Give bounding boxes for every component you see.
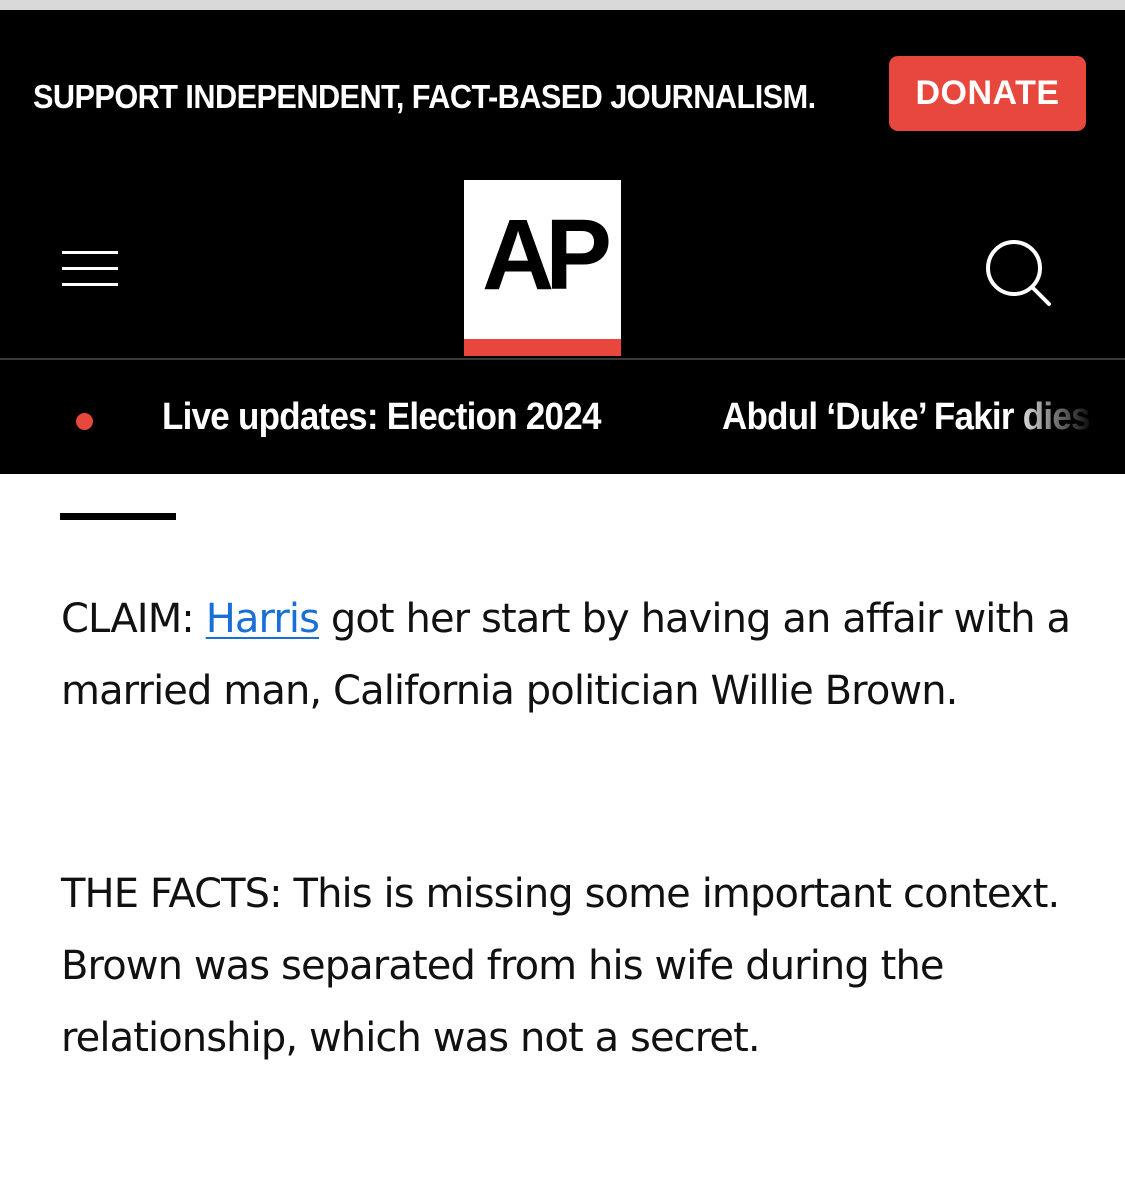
site-header: SUPPORT INDEPENDENT, FACT-BASED JOURNALI… xyxy=(0,10,1125,474)
support-banner-text: SUPPORT INDEPENDENT, FACT-BASED JOURNALI… xyxy=(33,78,816,115)
ticker-item-live-updates[interactable]: Live updates: Election 2024 xyxy=(162,396,601,439)
news-ticker: Live updates: Election 2024 Abdul ‘Duke’… xyxy=(0,360,1125,474)
claim-paragraph: CLAIM: Harris got her start by having an… xyxy=(61,583,1081,727)
harris-link[interactable]: Harris xyxy=(206,596,320,642)
claim-prefix: CLAIM: xyxy=(61,596,206,642)
ap-logo-red-bar xyxy=(464,339,621,356)
ap-logo[interactable]: AP xyxy=(464,180,621,356)
browser-top-strip xyxy=(0,0,1125,10)
donate-button[interactable]: DONATE xyxy=(889,56,1086,131)
ap-logo-text: AP xyxy=(482,199,612,311)
ticker-fade xyxy=(1010,360,1125,474)
hamburger-menu-icon[interactable] xyxy=(62,249,118,289)
facts-paragraph: THE FACTS: This is missing some importan… xyxy=(61,871,1060,1061)
live-indicator-dot xyxy=(76,413,93,430)
article-section-divider xyxy=(60,513,176,520)
search-icon[interactable] xyxy=(982,238,1054,310)
